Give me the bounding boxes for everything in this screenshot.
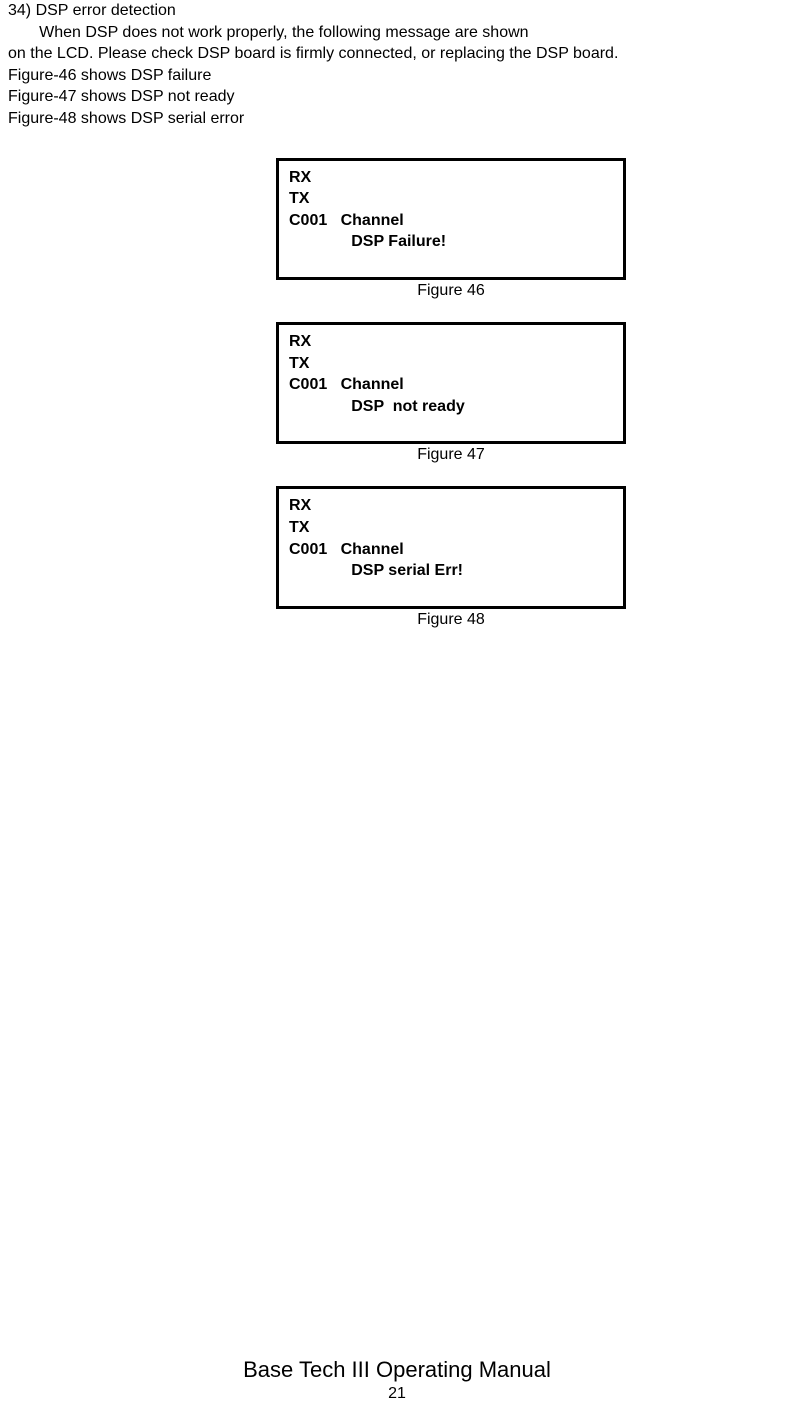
lcd-display-2: RX TX C001 Channel DSP not ready (276, 322, 626, 444)
intro-line-1: 34) DSP error detection (8, 0, 786, 22)
intro-line-3: on the LCD. Please check DSP board is fi… (8, 43, 786, 65)
lcd1-line3: C001 Channel (289, 210, 613, 232)
intro-paragraph: 34) DSP error detection When DSP does no… (8, 0, 786, 130)
intro-line-5: Figure-47 shows DSP not ready (8, 86, 786, 108)
intro-line-4: Figure-46 shows DSP failure (8, 65, 786, 87)
lcd-display-3: RX TX C001 Channel DSP serial Err! (276, 486, 626, 608)
lcd1-line2: TX (289, 188, 613, 210)
lcd1-line1: RX (289, 167, 613, 189)
footer-page-number: 21 (0, 1385, 794, 1403)
lcd2-line2: TX (289, 353, 613, 375)
lcd2-line1: RX (289, 331, 613, 353)
lcd3-line4: DSP serial Err! (289, 560, 613, 582)
figure-caption-48: Figure 48 (276, 611, 626, 629)
footer-manual-title: Base Tech III Operating Manual (0, 1357, 794, 1383)
lcd2-line4: DSP not ready (289, 396, 613, 418)
lcd3-line1: RX (289, 495, 613, 517)
intro-line-6: Figure-48 shows DSP serial error (8, 108, 786, 130)
lcd2-line3: C001 Channel (289, 374, 613, 396)
lcd1-line4: DSP Failure! (289, 231, 613, 253)
lcd3-line3: C001 Channel (289, 539, 613, 561)
lcd3-line2: TX (289, 517, 613, 539)
figure-caption-47: Figure 47 (276, 446, 626, 464)
intro-line-2: When DSP does not work properly, the fol… (8, 22, 786, 44)
page-footer: Base Tech III Operating Manual 21 (0, 1357, 794, 1403)
figure-caption-46: Figure 46 (276, 282, 626, 300)
lcd-display-1: RX TX C001 Channel DSP Failure! (276, 158, 626, 280)
